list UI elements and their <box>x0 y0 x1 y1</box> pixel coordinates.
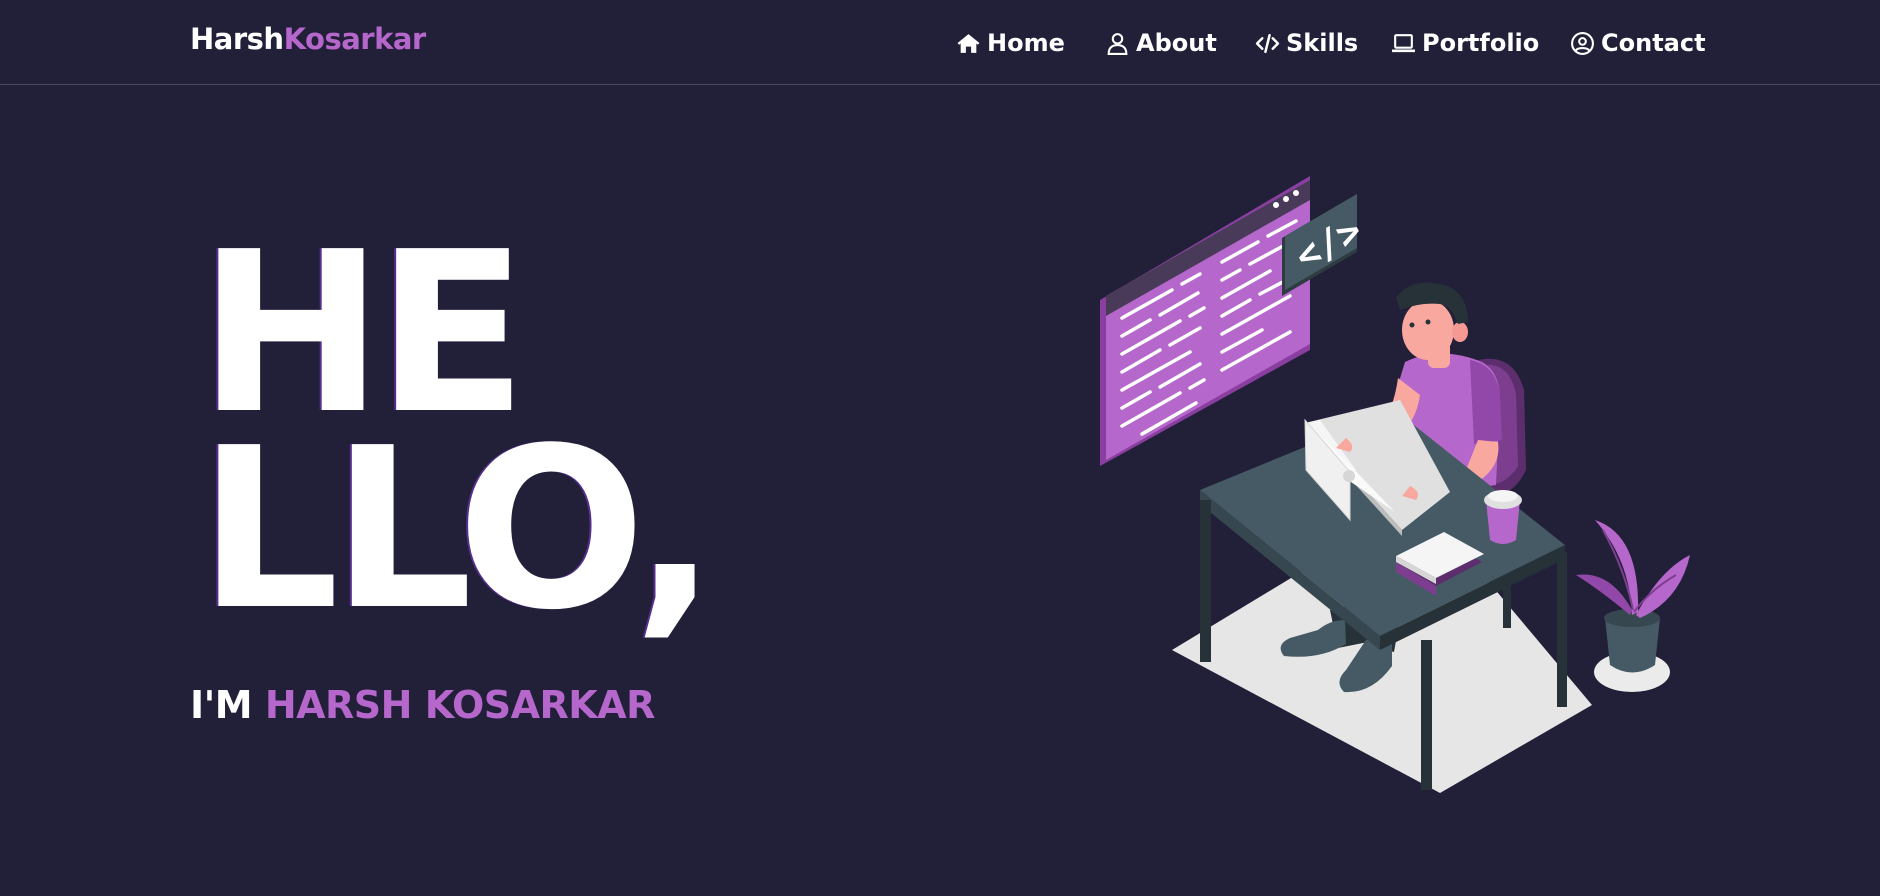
code-window-graphic <box>1100 176 1310 466</box>
navbar: HarshKosarkar Home About Skills Portfoli… <box>0 0 1880 85</box>
coffee-cup-graphic <box>1484 490 1522 544</box>
nav-skills-label: Skills <box>1286 29 1359 57</box>
home-icon <box>957 33 980 53</box>
hero-subtitle: I'M HARSH KOSARKAR <box>190 683 655 727</box>
user-circle-icon <box>1571 31 1594 55</box>
developer-head <box>1402 300 1454 360</box>
developer-illustration: </> <box>1100 176 1690 793</box>
nav-about[interactable]: About <box>1105 25 1217 61</box>
nav-portfolio[interactable]: Portfolio <box>1391 25 1539 61</box>
user-icon <box>1107 32 1128 55</box>
nav-home[interactable]: Home <box>956 25 1065 61</box>
hero-intro: I'M <box>190 683 253 727</box>
nav-contact-label: Contact <box>1601 29 1706 57</box>
nav-about-label: About <box>1136 29 1217 57</box>
nav-skills[interactable]: Skills <box>1255 25 1358 61</box>
nav-home-label: Home <box>987 29 1065 57</box>
laptop-icon <box>1392 33 1415 52</box>
plant-graphic <box>1576 520 1690 673</box>
main-nav: Home About Skills Portfolio Contact <box>0 25 1880 61</box>
nav-contact[interactable]: Contact <box>1570 25 1706 61</box>
hero-line-2: LLO, <box>198 401 717 659</box>
nav-portfolio-label: Portfolio <box>1422 29 1540 57</box>
hero-name: HARSH KOSARKAR <box>264 683 656 727</box>
hero-greeting: HE LLO, <box>198 223 717 659</box>
code-icon <box>1255 33 1280 53</box>
